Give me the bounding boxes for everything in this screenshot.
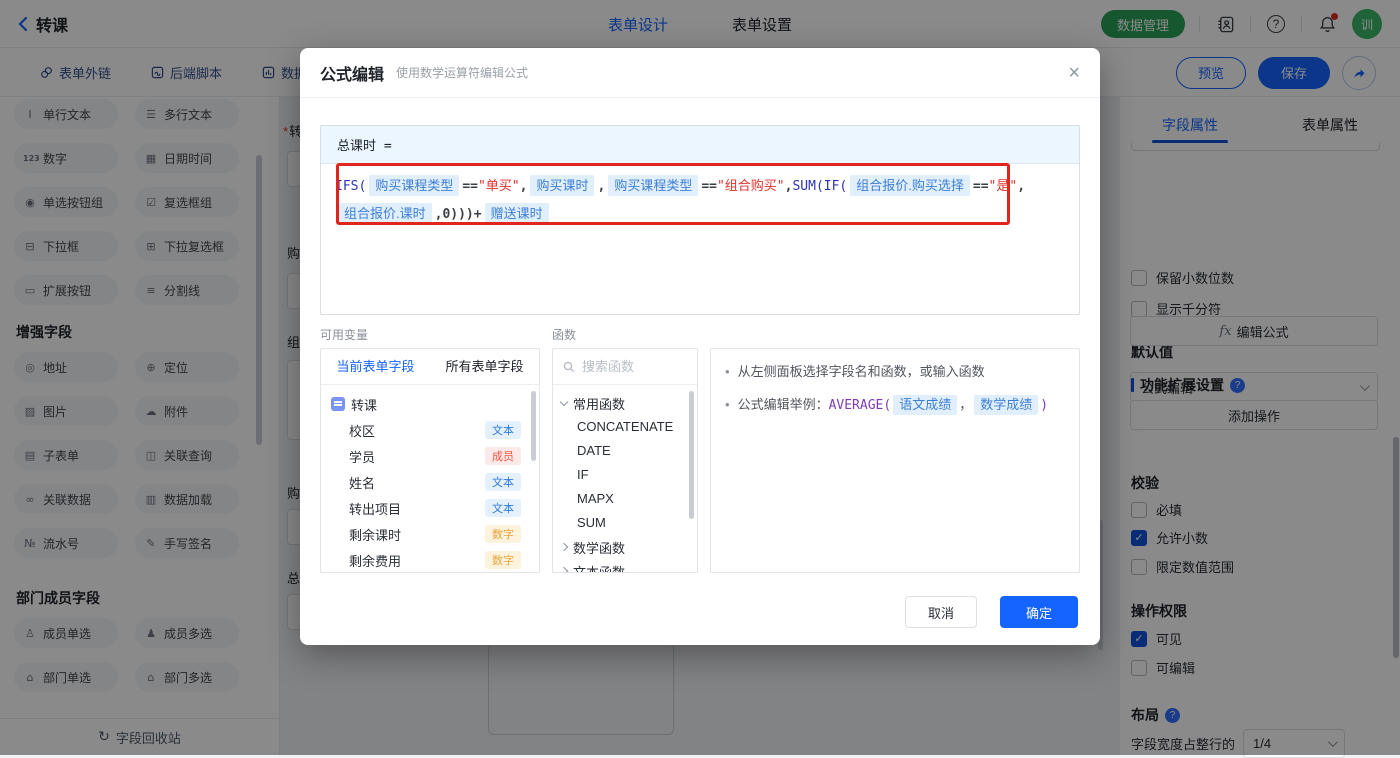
- formula-operator: ==: [701, 179, 717, 194]
- formula-operator: ,0)))+: [434, 207, 482, 222]
- chevron-right-icon: [559, 566, 569, 572]
- chevron-down-icon: [559, 397, 569, 406]
- variables-label: 可用变量: [320, 328, 369, 342]
- variable-item[interactable]: 剩余费用 数字: [321, 547, 539, 572]
- field-chip[interactable]: 赠送课时: [484, 203, 549, 224]
- field-type-badge: 成员: [485, 447, 521, 465]
- variable-item[interactable]: 剩余课时 数字: [321, 521, 539, 547]
- functions-label: 函数: [552, 328, 577, 342]
- function-item[interactable]: CONCATENATE: [553, 415, 697, 439]
- cancel-button[interactable]: 取消: [905, 596, 977, 628]
- search-icon: [563, 361, 575, 372]
- function-group-math[interactable]: 数学函数: [553, 535, 697, 559]
- field-chip[interactable]: 购买课程类型: [369, 175, 460, 196]
- formula-string: "是": [988, 179, 1018, 194]
- formula-line: 组合报价.课时 ,0)))+ 赠送课时: [335, 201, 1065, 229]
- field-chip[interactable]: 购买课时: [530, 175, 595, 196]
- chevron-right-icon: [559, 542, 569, 552]
- hint-example-line: • 公式编辑举例：AVERAGE(语文成绩，数学成绩): [725, 395, 1049, 415]
- function-search-input[interactable]: [582, 359, 682, 374]
- modal-title: 公式编辑: [320, 66, 385, 84]
- tab-current-form-fields[interactable]: 当前表单字段: [321, 349, 430, 384]
- hint-panel: • 从左侧面板选择字段名和函数，或输入函数 • 公式编辑举例：AVERAGE(语…: [710, 348, 1080, 573]
- variable-tree-root[interactable]: 转课: [321, 391, 539, 417]
- variable-item[interactable]: 校区 文本: [321, 417, 539, 443]
- example-field-chip: 数学成绩: [974, 395, 1039, 415]
- formula-operator: ==: [972, 179, 989, 194]
- functions-panel: 常用函数 CONCATENATE DATE IF MAPX SUM 数学函数 文…: [552, 348, 698, 573]
- formula-editor[interactable]: 总课时 = IFS(购买课程类型 =="单买", 购买课时, 购买课程类型 =="组合购…: [320, 125, 1080, 315]
- formula-operator: ==: [462, 179, 478, 194]
- field-type-badge: 文本: [485, 473, 521, 491]
- variable-item[interactable]: 姓名 文本: [321, 469, 539, 495]
- formula-function: IFS(: [335, 179, 367, 194]
- form-doc-icon: [331, 397, 345, 411]
- formula-operator: ,: [519, 179, 528, 194]
- formula-operator: ,: [597, 179, 606, 194]
- formula-line: IFS(购买课程类型 =="单买", 购买课时, 购买课程类型 =="组合购买",SUM…: [335, 173, 1065, 201]
- tab-all-form-fields[interactable]: 所有表单字段: [430, 349, 539, 384]
- field-chip[interactable]: 组合报价.课时: [338, 203, 432, 224]
- variables-scrollbar[interactable]: [531, 391, 536, 461]
- function-item[interactable]: SUM: [553, 511, 697, 535]
- function-item[interactable]: DATE: [553, 439, 697, 463]
- formula-function: SUM(IF(: [792, 179, 848, 194]
- formula-editor-modal: 公式编辑 使用数学运算符编辑公式 × 总课时 = IFS(购买课程类型 =="单买…: [300, 48, 1100, 645]
- field-type-badge: 数字: [485, 525, 521, 543]
- field-chip[interactable]: 购买课程类型: [608, 175, 699, 196]
- formula-result-label: 总课时 =: [321, 126, 1079, 164]
- modal-subtitle: 使用数学运算符编辑公式: [396, 66, 529, 80]
- formula-string: "组合购买": [716, 179, 785, 194]
- function-item[interactable]: MAPX: [553, 487, 697, 511]
- example-field-chip: 语文成绩: [893, 395, 958, 415]
- field-chip[interactable]: 组合报价.购买选择: [850, 175, 970, 196]
- example-function: AVERAGE(: [828, 398, 892, 413]
- variable-item[interactable]: 学员 成员: [321, 443, 539, 469]
- formula-input-area[interactable]: IFS(购买课程类型 =="单买", 购买课时, 购买课程类型 =="组合购买",SUM…: [321, 164, 1079, 238]
- confirm-button[interactable]: 确定: [1000, 596, 1078, 628]
- function-group-common[interactable]: 常用函数: [553, 391, 697, 415]
- function-group-text[interactable]: 文本函数: [553, 559, 697, 572]
- functions-scrollbar[interactable]: [689, 391, 694, 519]
- function-search[interactable]: [553, 349, 697, 385]
- hint-line: • 从左侧面板选择字段名和函数，或输入函数: [725, 364, 985, 379]
- formula-operator: ,: [1017, 179, 1026, 194]
- variables-panel: 当前表单字段 所有表单字段 转课 校区 文本 学员 成员 姓名 文本 转出项目 文本 剩…: [320, 348, 540, 573]
- field-type-badge: 文本: [485, 421, 521, 439]
- close-icon[interactable]: ×: [1068, 63, 1080, 83]
- variable-item[interactable]: 转出项目 文本: [321, 495, 539, 521]
- field-type-badge: 文本: [485, 499, 521, 517]
- field-type-badge: 数字: [485, 551, 521, 569]
- function-item[interactable]: IF: [553, 463, 697, 487]
- formula-string: "单买": [477, 179, 520, 194]
